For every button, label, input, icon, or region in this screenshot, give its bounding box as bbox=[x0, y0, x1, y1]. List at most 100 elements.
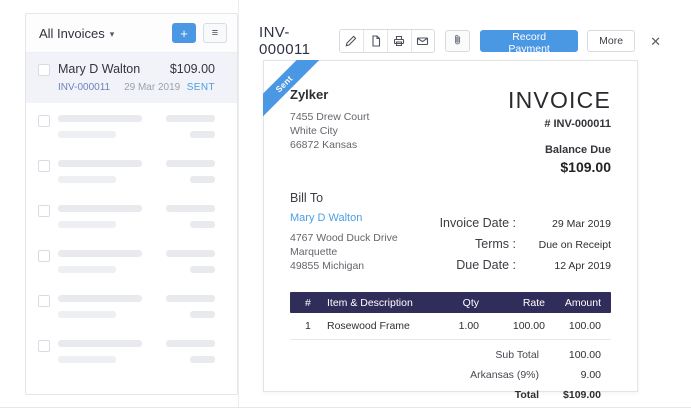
row-checkbox[interactable] bbox=[38, 160, 50, 172]
invoice-number: INV-000011 bbox=[58, 82, 110, 93]
row-checkbox[interactable] bbox=[38, 64, 50, 76]
pdf-button[interactable] bbox=[363, 30, 387, 52]
skeleton-bar bbox=[166, 295, 215, 302]
record-payment-button[interactable]: Record Payment bbox=[480, 30, 578, 52]
skeleton-bar bbox=[190, 176, 215, 183]
invoice-title-block: INVOICE # INV-000011 Balance Due $109.00 bbox=[508, 87, 611, 175]
invoice-list-item-skeleton[interactable] bbox=[26, 148, 237, 193]
paperclip-icon bbox=[452, 34, 463, 49]
summary-row: Arkansas (9%) 9.00 bbox=[461, 365, 611, 385]
company-block: Zylker 7455 Drew Court White City 66872 … bbox=[290, 87, 369, 175]
envelope-icon bbox=[416, 35, 429, 47]
skeleton-bar bbox=[58, 205, 142, 212]
invoice-list-item-skeleton[interactable] bbox=[26, 238, 237, 283]
invoice-amount: $109.00 bbox=[170, 62, 215, 76]
row-checkbox[interactable] bbox=[38, 205, 50, 217]
summary-row: Sub Total 100.00 bbox=[461, 345, 611, 365]
invoice-list-item[interactable]: Mary D Walton $109.00 INV-000011 29 Mar … bbox=[26, 53, 237, 103]
line-items-table: # Item & Description Qty Rate Amount 1 R… bbox=[290, 292, 611, 340]
column-header: Qty bbox=[415, 297, 479, 309]
row-checkbox[interactable] bbox=[38, 340, 50, 352]
toolbar: Record Payment More ✕ bbox=[339, 29, 665, 53]
skeleton-bar bbox=[58, 295, 142, 302]
skeleton-bar bbox=[58, 340, 142, 347]
summary-label: Total bbox=[461, 389, 539, 401]
skeleton-bar bbox=[58, 311, 116, 318]
skeleton-bar bbox=[190, 221, 215, 228]
skeleton-bar bbox=[166, 205, 215, 212]
cell-qty: 1.00 bbox=[415, 320, 479, 332]
company-address-line: 66872 Kansas bbox=[290, 138, 369, 152]
page-title: INV-000011 bbox=[259, 24, 339, 58]
document-icon bbox=[370, 35, 382, 47]
edit-button[interactable] bbox=[340, 30, 364, 52]
close-button[interactable]: ✕ bbox=[646, 33, 665, 50]
skeleton-bar bbox=[58, 160, 142, 167]
row-checkbox[interactable] bbox=[38, 295, 50, 307]
skeleton-bar bbox=[190, 356, 215, 363]
print-button[interactable] bbox=[387, 30, 411, 52]
company-address-line: 7455 Drew Court bbox=[290, 110, 369, 124]
customer-name: Mary D Walton bbox=[58, 62, 140, 76]
row-checkbox[interactable] bbox=[38, 115, 50, 127]
invoice-list-item-skeleton[interactable] bbox=[26, 193, 237, 238]
status-badge: SENT bbox=[187, 82, 215, 93]
cell-amount: 100.00 bbox=[545, 320, 601, 332]
invoice-meta: Invoice Date : 29 Mar 2019 Terms : Due o… bbox=[412, 216, 611, 273]
skeleton-bar bbox=[190, 311, 215, 318]
app-window: All Invoices ▾ + ≡ Mary D Walton $109.00… bbox=[0, 0, 691, 408]
company-name: Zylker bbox=[290, 87, 369, 102]
invoice-preview: Sent Zylker 7455 Drew Court White City 6… bbox=[263, 60, 638, 392]
skeleton-bar bbox=[58, 250, 142, 257]
plus-icon: + bbox=[180, 27, 188, 40]
invoice-filter-dropdown[interactable]: All Invoices ▾ bbox=[39, 26, 114, 41]
skeleton-bar bbox=[190, 266, 215, 273]
skeleton-bar bbox=[190, 131, 215, 138]
invoice-date: 29 Mar 2019 bbox=[124, 82, 180, 93]
column-header: # bbox=[305, 297, 327, 309]
skeleton-bar bbox=[166, 250, 215, 257]
meta-value: 29 Mar 2019 bbox=[516, 218, 611, 230]
sidebar-actions: + ≡ bbox=[172, 23, 227, 43]
sidebar-header: All Invoices ▾ + ≡ bbox=[26, 14, 237, 53]
hamburger-icon: ≡ bbox=[212, 28, 218, 39]
summary-row-total: Total $109.00 bbox=[461, 385, 611, 405]
bill-to-address-line: 49855 Michigan bbox=[290, 259, 398, 273]
document-number: # INV-000011 bbox=[508, 118, 611, 130]
bill-to-label: Bill To bbox=[290, 191, 398, 205]
cell-item: Rosewood Frame bbox=[327, 320, 415, 332]
totals-summary: Sub Total 100.00 Arkansas (9%) 9.00 Tota… bbox=[461, 345, 611, 408]
meta-label: Invoice Date : bbox=[412, 216, 516, 230]
summary-value: 9.00 bbox=[539, 369, 601, 381]
meta-row: Invoice Date : 29 Mar 2019 bbox=[412, 216, 611, 230]
meta-value: Due on Receipt bbox=[516, 239, 611, 251]
skeleton-bar bbox=[166, 115, 215, 122]
invoice-filter-label: All Invoices bbox=[39, 26, 105, 41]
toolbar-button-group bbox=[339, 29, 436, 53]
close-icon: ✕ bbox=[650, 34, 661, 49]
skeleton-bar bbox=[58, 266, 116, 273]
list-view-button[interactable]: ≡ bbox=[203, 23, 227, 43]
more-button[interactable]: More bbox=[587, 30, 635, 52]
invoice-list-item-skeleton[interactable] bbox=[26, 328, 237, 373]
attachment-button[interactable] bbox=[445, 30, 470, 52]
invoice-list-item-body: Mary D Walton $109.00 INV-000011 29 Mar … bbox=[58, 62, 215, 93]
row-checkbox[interactable] bbox=[38, 250, 50, 262]
email-button[interactable] bbox=[411, 30, 435, 52]
bill-to-block: Bill To Mary D Walton 4767 Wood Duck Dri… bbox=[290, 191, 398, 273]
summary-value: $109.00 bbox=[539, 389, 601, 401]
summary-value: 100.00 bbox=[539, 349, 601, 361]
invoice-list-item-skeleton[interactable] bbox=[26, 103, 237, 148]
new-invoice-button[interactable]: + bbox=[172, 23, 196, 43]
detail-header: INV-000011 bbox=[239, 0, 691, 58]
bill-to-customer-link[interactable]: Mary D Walton bbox=[290, 212, 362, 224]
table-row: 1 Rosewood Frame 1.00 100.00 100.00 bbox=[290, 313, 611, 340]
bill-to-address-line: 4767 Wood Duck Drive bbox=[290, 231, 398, 245]
skeleton-bar bbox=[166, 340, 215, 347]
skeleton-bar bbox=[58, 356, 116, 363]
column-header: Amount bbox=[545, 297, 601, 309]
cell-rate: 100.00 bbox=[479, 320, 545, 332]
bill-to-address-line: Marquette bbox=[290, 245, 398, 259]
invoice-list-item-skeleton[interactable] bbox=[26, 283, 237, 328]
cell-number: 1 bbox=[305, 320, 327, 332]
